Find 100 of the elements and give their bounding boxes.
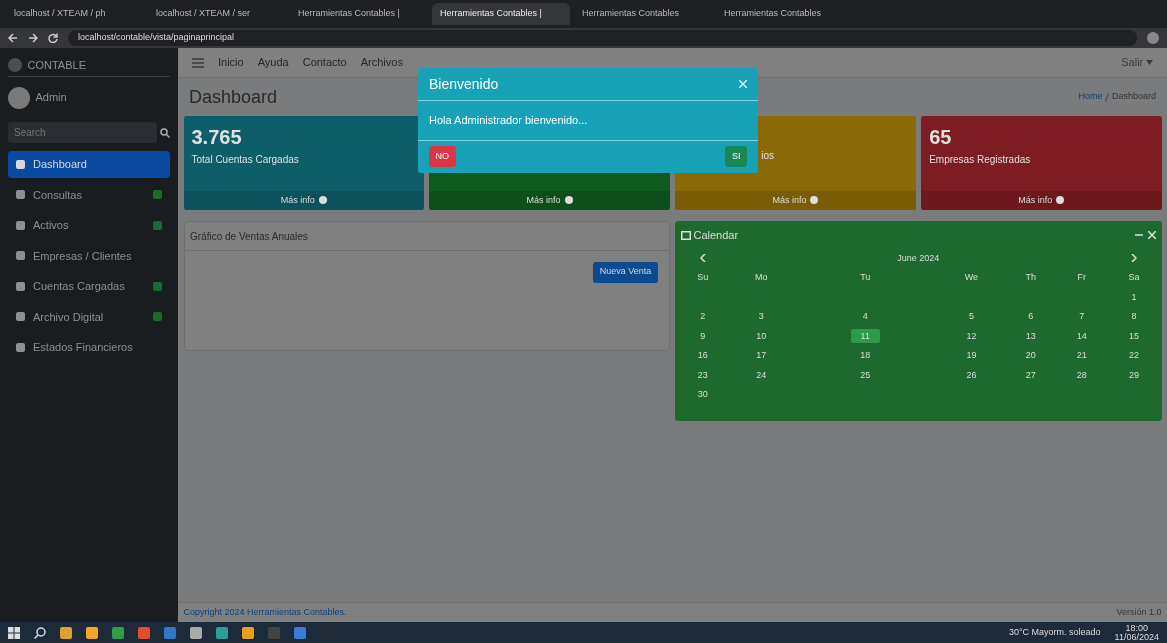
calendar-day[interactable]: 6 xyxy=(1028,311,1034,321)
calendar-day[interactable]: 13 xyxy=(1025,330,1036,341)
separator-icon xyxy=(1105,92,1110,102)
brand-name[interactable]: CONTABLE xyxy=(27,56,86,74)
browser-tab[interactable]: localhost / XTEAM / ph xyxy=(6,3,144,25)
calendar-day[interactable]: 20 xyxy=(1025,350,1036,360)
calendar-day[interactable]: 21 xyxy=(1076,350,1087,360)
page-title: Dashboard xyxy=(189,85,278,109)
clock-date[interactable]: 11/06/2024 xyxy=(1114,632,1159,642)
app-icon[interactable] xyxy=(216,626,228,639)
more-info-link[interactable]: Más info xyxy=(429,190,670,210)
menu-item-icon xyxy=(16,342,25,352)
menu-item-icon xyxy=(16,159,25,169)
card-title: Gráfico de Ventas Anuales xyxy=(190,230,308,242)
nav-link[interactable]: Archivos xyxy=(360,54,403,71)
calendar-day[interactable]: 23 xyxy=(697,369,708,380)
search-icon[interactable] xyxy=(34,626,46,639)
avatar xyxy=(8,86,30,109)
sidebar-item[interactable]: Activos xyxy=(8,212,170,239)
nav-link[interactable]: Inicio xyxy=(218,54,244,71)
nav-link[interactable]: Ayuda xyxy=(257,54,289,71)
calendar-day[interactable]: 18 xyxy=(860,350,871,360)
browser-tab[interactable]: Herramientas Contables xyxy=(716,3,854,25)
stat-value: 3.765 xyxy=(191,126,242,148)
sidebar-item[interactable]: Cuentas Cargadas xyxy=(8,273,170,300)
calendar-day[interactable]: 15 xyxy=(1129,330,1140,341)
calendar-day[interactable]: 4 xyxy=(862,311,868,321)
sidebar-item[interactable]: Empresas / Clientes xyxy=(8,242,170,269)
stat-label: Total Cuentas Cargadas xyxy=(191,154,299,165)
calendar-day[interactable]: 16 xyxy=(697,350,708,360)
browser-tab[interactable]: Herramientas Contables | xyxy=(432,3,570,25)
calendar-day[interactable]: 11 xyxy=(850,328,880,343)
breadcrumb-current: Dashboard xyxy=(1111,90,1156,104)
reload-icon[interactable] xyxy=(48,33,58,43)
calendar-day[interactable]: 5 xyxy=(968,311,974,321)
previous-icon[interactable] xyxy=(699,254,706,263)
calendar-day[interactable]: 9 xyxy=(700,330,706,341)
weekday-header: We xyxy=(963,271,980,284)
weekday-header: Fr xyxy=(1076,271,1087,284)
app-icon[interactable] xyxy=(164,626,176,639)
app-icon[interactable] xyxy=(60,626,72,639)
month-title[interactable]: June 2024 xyxy=(730,248,1107,268)
calendar-day[interactable]: 10 xyxy=(756,330,767,341)
calendar-day[interactable]: 30 xyxy=(697,389,708,399)
forward-icon[interactable] xyxy=(28,33,38,43)
logout-link[interactable]: Salir xyxy=(1121,54,1153,71)
weekday-header: Su xyxy=(696,271,710,284)
more-info-link[interactable]: Más info xyxy=(921,190,1162,210)
menu-item-icon xyxy=(16,190,25,200)
app-icon[interactable] xyxy=(86,626,98,639)
calendar-day[interactable]: 24 xyxy=(756,369,767,380)
calendar-day[interactable]: 7 xyxy=(1079,311,1085,321)
more-info-link[interactable]: Más info xyxy=(675,190,916,210)
calendar-day[interactable]: 14 xyxy=(1076,330,1087,341)
sidebar-item[interactable]: Estados Financieros xyxy=(8,334,170,361)
browser-tab[interactable]: Herramientas Contables xyxy=(574,3,712,25)
user-name[interactable]: Admin xyxy=(35,89,67,106)
calendar-day[interactable]: 17 xyxy=(756,350,767,360)
calendar-day[interactable]: 26 xyxy=(966,369,977,380)
sidebar-item[interactable]: Dashboard xyxy=(8,151,170,178)
nav-link[interactable]: Contacto xyxy=(302,54,347,71)
clock-time[interactable]: 18:00 xyxy=(1114,623,1159,633)
calendar-day[interactable]: 8 xyxy=(1131,311,1137,321)
app-icon[interactable] xyxy=(242,626,254,639)
app-icon[interactable] xyxy=(112,626,124,639)
yes-button[interactable]: SI xyxy=(725,146,747,167)
calendar-day[interactable]: 2 xyxy=(700,311,706,321)
calendar-day[interactable]: 3 xyxy=(758,311,764,321)
sidebar-item[interactable]: Archivo Digital xyxy=(8,303,170,330)
calendar-day[interactable]: 12 xyxy=(966,330,977,341)
new-sale-button[interactable]: Nueva Venta xyxy=(593,261,658,283)
search-field[interactable]: Search xyxy=(8,122,158,143)
calendar-day[interactable]: 27 xyxy=(1025,369,1036,380)
start-icon[interactable] xyxy=(8,626,20,639)
app-icon[interactable] xyxy=(138,626,150,639)
calendar-day[interactable]: 25 xyxy=(860,369,871,380)
profile-icon[interactable] xyxy=(1147,32,1159,44)
calendar-day[interactable]: 29 xyxy=(1129,369,1140,380)
menu-item-icon xyxy=(16,312,25,322)
next-icon[interactable] xyxy=(1131,254,1138,263)
app-icon[interactable] xyxy=(294,626,306,639)
modal-message: Hola Administrador bienvenido... xyxy=(429,114,588,126)
more-info-link[interactable]: Más info xyxy=(183,190,424,210)
no-button[interactable]: NO xyxy=(429,146,456,167)
calendar-day[interactable]: 22 xyxy=(1129,350,1140,360)
close-icon[interactable] xyxy=(1148,230,1156,239)
calendar-day[interactable]: 28 xyxy=(1076,369,1087,380)
browser-tab[interactable]: Herramientas Contables | xyxy=(290,3,428,25)
stat-value: 65 xyxy=(929,126,952,148)
search-icon[interactable] xyxy=(160,127,170,138)
back-icon[interactable] xyxy=(8,33,18,43)
calendar-day[interactable]: 19 xyxy=(966,350,977,360)
weather-text[interactable]: 30°C Mayorm. soleado xyxy=(1008,625,1101,640)
calendar-day[interactable]: 1 xyxy=(1131,291,1137,302)
stat-label: ios xyxy=(761,150,775,161)
sidebar-item[interactable]: Consultas xyxy=(8,181,170,208)
address-bar[interactable]: localhost/contable/vista/paginaprincipal xyxy=(68,30,1137,46)
calendar-title: Calendar xyxy=(693,227,739,243)
browser-tab[interactable]: localhost / XTEAM / ser xyxy=(148,3,286,25)
app-icon[interactable] xyxy=(190,626,202,639)
